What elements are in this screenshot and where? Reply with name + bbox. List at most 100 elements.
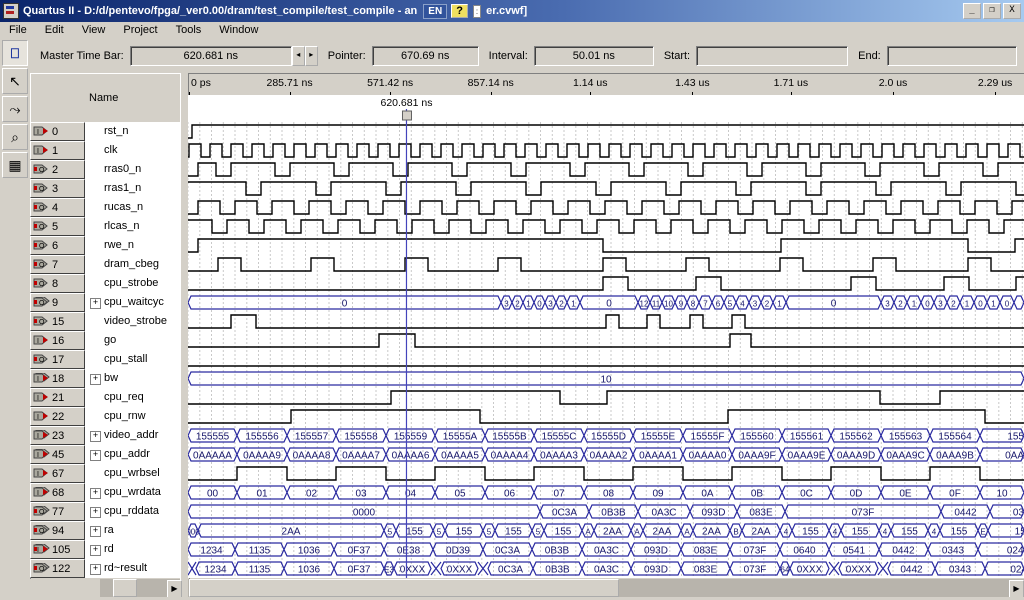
signal-row-rucas_n[interactable]: O4rucas_n xyxy=(30,198,180,217)
row-select-button[interactable]: I68 xyxy=(30,483,85,502)
row-select-button[interactable]: O9 xyxy=(30,293,85,312)
restore-button[interactable]: ❐ xyxy=(983,3,1001,19)
signal-row-rst_n[interactable]: I0rst_n xyxy=(30,122,180,141)
row-select-button[interactable]: O6 xyxy=(30,236,85,255)
row-select-button[interactable]: I45 xyxy=(30,445,85,464)
signal-row-cpu_rddata[interactable]: O77+cpu_rddata xyxy=(30,502,180,521)
output-pin-icon: O xyxy=(33,240,50,251)
waveform-editor-icon[interactable]: ⎕ xyxy=(2,40,28,66)
signal-row-rwe_n[interactable]: O6rwe_n xyxy=(30,236,180,255)
menu-item-project[interactable]: Project xyxy=(114,24,166,36)
expand-icon[interactable]: + xyxy=(90,431,101,442)
snap-to-transition-icon[interactable]: ⤳ xyxy=(2,96,28,122)
expand-icon[interactable]: + xyxy=(90,545,101,556)
menu-item-tools[interactable]: Tools xyxy=(167,24,211,36)
menu-item-file[interactable]: File xyxy=(0,24,36,36)
row-select-button[interactable]: I1 xyxy=(30,141,85,160)
signal-row-ra[interactable]: O94+ra xyxy=(30,521,180,540)
title-bar[interactable]: Quartus II - D:/d/pentevo/fpga/_ver0.00/… xyxy=(0,0,1024,22)
row-select-button[interactable]: O4 xyxy=(30,198,85,217)
expand-icon[interactable]: + xyxy=(90,488,101,499)
signal-row-cpu_wrbsel[interactable]: I67cpu_wrbsel xyxy=(30,464,180,483)
row-select-button[interactable]: O94 xyxy=(30,521,85,540)
expand-icon[interactable]: + xyxy=(90,507,101,518)
menu-item-window[interactable]: Window xyxy=(210,24,267,36)
signal-row-rd~result[interactable]: O122+rd~result xyxy=(30,559,180,578)
signal-row-rd[interactable]: I105+rd xyxy=(30,540,180,559)
row-select-button[interactable]: O2 xyxy=(30,160,85,179)
signal-row-rras0_n[interactable]: O2rras0_n xyxy=(30,160,180,179)
language-bar-options-icon[interactable]: : xyxy=(473,5,481,18)
output-pin-icon: O xyxy=(33,259,50,270)
menu-item-view[interactable]: View xyxy=(73,24,115,36)
signal-number: 77 xyxy=(52,506,64,518)
row-select-button[interactable]: O15 xyxy=(30,312,85,331)
expand-icon[interactable]: + xyxy=(90,564,101,575)
signal-row-video_addr[interactable]: I23+video_addr xyxy=(30,426,180,445)
svg-text:5: 5 xyxy=(388,528,393,537)
master-time-increment-button[interactable]: ▸ xyxy=(305,46,318,66)
row-select-button[interactable]: O5 xyxy=(30,217,85,236)
row-select-button[interactable]: O77 xyxy=(30,502,85,521)
row-select-button[interactable]: I16 xyxy=(30,331,85,350)
svg-text:0XXX: 0XXX xyxy=(797,565,823,576)
row-select-button[interactable]: O3 xyxy=(30,179,85,198)
selection-tool-icon[interactable]: ↖ xyxy=(2,68,28,94)
row-select-button[interactable]: I23 xyxy=(30,426,85,445)
svg-text:1234: 1234 xyxy=(204,565,227,576)
signal-row-cpu_stall[interactable]: O17cpu_stall xyxy=(30,350,180,369)
output-pin-icon: O xyxy=(33,354,50,365)
cursor-handle[interactable] xyxy=(402,111,411,120)
row-select-button[interactable]: O17 xyxy=(30,350,85,369)
row-select-button[interactable]: I21 xyxy=(30,388,85,407)
expand-icon[interactable]: + xyxy=(90,374,101,385)
minimize-button[interactable]: _ xyxy=(963,3,981,19)
expand-icon[interactable]: + xyxy=(90,526,101,537)
expand-icon[interactable]: + xyxy=(90,450,101,461)
signal-row-cpu_wrdata[interactable]: I68+cpu_wrdata xyxy=(30,483,180,502)
signal-row-rras1_n[interactable]: O3rras1_n xyxy=(30,179,180,198)
name-scroll-right-icon[interactable]: ▶ xyxy=(167,580,182,598)
signal-row-video_strobe[interactable]: O15video_strobe xyxy=(30,312,180,331)
output-pin-icon: O xyxy=(33,316,50,327)
language-indicator[interactable]: EN xyxy=(423,4,447,19)
row-select-button[interactable]: I0 xyxy=(30,122,85,141)
signal-row-cpu_addr[interactable]: I45+cpu_addr xyxy=(30,445,180,464)
master-time-decrement-button[interactable]: ◂ xyxy=(292,46,305,66)
signal-row-cpu_req[interactable]: I21cpu_req xyxy=(30,388,180,407)
menu-item-edit[interactable]: Edit xyxy=(36,24,73,36)
signal-row-dram_cbeg[interactable]: O7dram_cbeg xyxy=(30,255,180,274)
zoom-tool-icon[interactable]: ⌕ xyxy=(2,124,28,150)
signal-number: 67 xyxy=(52,468,64,480)
row-select-button[interactable]: O8 xyxy=(30,274,85,293)
svg-text:5: 5 xyxy=(437,528,442,537)
signal-row-cpu_rnw[interactable]: I22cpu_rnw xyxy=(30,407,180,426)
row-select-button[interactable]: I105 xyxy=(30,540,85,559)
master-time-bar-value[interactable]: 620.681 ns xyxy=(130,46,292,66)
full-screen-icon[interactable]: ▦ xyxy=(2,152,28,178)
expand-icon[interactable]: + xyxy=(90,298,101,309)
wave-scrollbar-thumb[interactable] xyxy=(189,579,619,597)
row-select-button[interactable]: O7 xyxy=(30,255,85,274)
signal-row-rlcas_n[interactable]: O5rlcas_n xyxy=(30,217,180,236)
svg-text:155: 155 xyxy=(555,527,572,538)
signal-row-clk[interactable]: I1clk xyxy=(30,141,180,160)
row-select-button[interactable]: I67 xyxy=(30,464,85,483)
row-select-button[interactable]: I22 xyxy=(30,407,85,426)
svg-text:2AA: 2AA xyxy=(282,527,301,538)
signal-row-bw[interactable]: I18+bw xyxy=(30,369,180,388)
row-select-button[interactable]: I18 xyxy=(30,369,85,388)
signal-row-cpu_strobe[interactable]: O8cpu_strobe xyxy=(30,274,180,293)
svg-text:0: 0 xyxy=(537,300,542,309)
help-icon[interactable]: ? xyxy=(451,4,468,18)
waveform-canvas[interactable]: 0321032101211109876543210321032101011015… xyxy=(188,95,1024,578)
wave-scroll-right-icon[interactable]: ▶ xyxy=(1009,580,1024,598)
name-scrollbar-thumb[interactable] xyxy=(113,579,137,597)
signal-row-go[interactable]: I16go xyxy=(30,331,180,350)
svg-text:4: 4 xyxy=(740,300,745,309)
time-ruler[interactable]: 0 ps285.71 ns571.42 ns857.14 ns1.14 us1.… xyxy=(188,73,1024,97)
row-select-button[interactable]: O122 xyxy=(30,559,85,578)
close-button[interactable]: X xyxy=(1003,3,1021,19)
svg-text:1036: 1036 xyxy=(298,565,321,576)
signal-row-cpu_waitcyc[interactable]: O9+cpu_waitcyc xyxy=(30,293,180,312)
